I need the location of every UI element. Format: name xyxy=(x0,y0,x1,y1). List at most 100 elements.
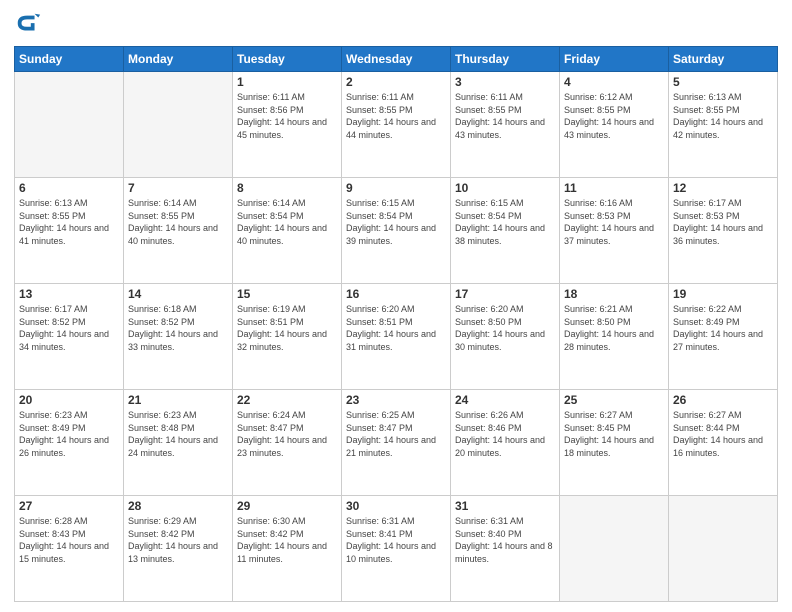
day-info: Sunrise: 6:13 AMSunset: 8:55 PMDaylight:… xyxy=(19,197,119,247)
day-info: Sunrise: 6:26 AMSunset: 8:46 PMDaylight:… xyxy=(455,409,555,459)
day-info: Sunrise: 6:11 AMSunset: 8:56 PMDaylight:… xyxy=(237,91,337,141)
week-row-5: 27 Sunrise: 6:28 AMSunset: 8:43 PMDayligh… xyxy=(15,496,778,602)
day-number: 18 xyxy=(564,287,664,301)
day-info: Sunrise: 6:11 AMSunset: 8:55 PMDaylight:… xyxy=(455,91,555,141)
calendar-cell: 16 Sunrise: 6:20 AMSunset: 8:51 PMDayligh… xyxy=(342,284,451,390)
calendar-cell xyxy=(669,496,778,602)
calendar-cell: 8 Sunrise: 6:14 AMSunset: 8:54 PMDaylight… xyxy=(233,178,342,284)
day-number: 29 xyxy=(237,499,337,513)
calendar-cell: 4 Sunrise: 6:12 AMSunset: 8:55 PMDaylight… xyxy=(560,72,669,178)
logo xyxy=(14,10,46,38)
day-number: 12 xyxy=(673,181,773,195)
day-info: Sunrise: 6:21 AMSunset: 8:50 PMDaylight:… xyxy=(564,303,664,353)
day-info: Sunrise: 6:24 AMSunset: 8:47 PMDaylight:… xyxy=(237,409,337,459)
day-info: Sunrise: 6:27 AMSunset: 8:44 PMDaylight:… xyxy=(673,409,773,459)
day-number: 26 xyxy=(673,393,773,407)
day-info: Sunrise: 6:22 AMSunset: 8:49 PMDaylight:… xyxy=(673,303,773,353)
day-number: 2 xyxy=(346,75,446,89)
week-row-4: 20 Sunrise: 6:23 AMSunset: 8:49 PMDayligh… xyxy=(15,390,778,496)
calendar-cell: 23Sunrise: 6:25 AMSunset: 8:47 PMDayligh… xyxy=(342,390,451,496)
day-number: 1 xyxy=(237,75,337,89)
day-number: 24 xyxy=(455,393,555,407)
calendar-cell: 17Sunrise: 6:20 AMSunset: 8:50 PMDayligh… xyxy=(451,284,560,390)
day-info: Sunrise: 6:20 AMSunset: 8:51 PMDaylight:… xyxy=(346,303,446,353)
calendar-cell xyxy=(560,496,669,602)
day-info: Sunrise: 6:17 AMSunset: 8:52 PMDaylight:… xyxy=(19,303,119,353)
day-number: 25 xyxy=(564,393,664,407)
calendar-header-row: SundayMondayTuesdayWednesdayThursdayFrid… xyxy=(15,47,778,72)
calendar-cell: 25 Sunrise: 6:27 AMSunset: 8:45 PMDayligh… xyxy=(560,390,669,496)
day-info: Sunrise: 6:27 AMSunset: 8:45 PMDaylight:… xyxy=(564,409,664,459)
day-header-tuesday: Tuesday xyxy=(233,47,342,72)
calendar-cell: 27 Sunrise: 6:28 AMSunset: 8:43 PMDayligh… xyxy=(15,496,124,602)
day-info: Sunrise: 6:28 AMSunset: 8:43 PMDaylight:… xyxy=(19,515,119,565)
day-header-wednesday: Wednesday xyxy=(342,47,451,72)
day-info: Sunrise: 6:15 AMSunset: 8:54 PMDaylight:… xyxy=(455,197,555,247)
day-header-saturday: Saturday xyxy=(669,47,778,72)
day-number: 14 xyxy=(128,287,228,301)
day-number: 11 xyxy=(564,181,664,195)
day-info: Sunrise: 6:25 AMSunset: 8:47 PMDaylight:… xyxy=(346,409,446,459)
day-info: Sunrise: 6:30 AMSunset: 8:42 PMDaylight:… xyxy=(237,515,337,565)
day-number: 8 xyxy=(237,181,337,195)
day-info: Sunrise: 6:17 AMSunset: 8:53 PMDaylight:… xyxy=(673,197,773,247)
day-number: 27 xyxy=(19,499,119,513)
day-info: Sunrise: 6:19 AMSunset: 8:51 PMDaylight:… xyxy=(237,303,337,353)
calendar-cell: 3 Sunrise: 6:11 AMSunset: 8:55 PMDaylight… xyxy=(451,72,560,178)
day-number: 31 xyxy=(455,499,555,513)
day-header-friday: Friday xyxy=(560,47,669,72)
week-row-2: 6 Sunrise: 6:13 AMSunset: 8:55 PMDaylight… xyxy=(15,178,778,284)
calendar-cell: 30 Sunrise: 6:31 AMSunset: 8:41 PMDayligh… xyxy=(342,496,451,602)
day-number: 19 xyxy=(673,287,773,301)
day-info: Sunrise: 6:20 AMSunset: 8:50 PMDaylight:… xyxy=(455,303,555,353)
calendar-cell: 13 Sunrise: 6:17 AMSunset: 8:52 PMDayligh… xyxy=(15,284,124,390)
day-header-monday: Monday xyxy=(124,47,233,72)
day-number: 21 xyxy=(128,393,228,407)
calendar-cell: 2 Sunrise: 6:11 AMSunset: 8:55 PMDaylight… xyxy=(342,72,451,178)
day-number: 13 xyxy=(19,287,119,301)
logo-icon xyxy=(14,10,42,38)
calendar-cell: 5Sunrise: 6:13 AMSunset: 8:55 PMDaylight… xyxy=(669,72,778,178)
day-info: Sunrise: 6:13 AMSunset: 8:55 PMDaylight:… xyxy=(673,91,773,141)
calendar-cell: 11 Sunrise: 6:16 AMSunset: 8:53 PMDayligh… xyxy=(560,178,669,284)
day-number: 3 xyxy=(455,75,555,89)
day-number: 4 xyxy=(564,75,664,89)
header xyxy=(14,10,778,38)
day-number: 9 xyxy=(346,181,446,195)
calendar-cell: 19 Sunrise: 6:22 AMSunset: 8:49 PMDayligh… xyxy=(669,284,778,390)
calendar-cell: 26 Sunrise: 6:27 AMSunset: 8:44 PMDayligh… xyxy=(669,390,778,496)
calendar-cell: 24 Sunrise: 6:26 AMSunset: 8:46 PMDayligh… xyxy=(451,390,560,496)
day-number: 16 xyxy=(346,287,446,301)
day-header-sunday: Sunday xyxy=(15,47,124,72)
day-info: Sunrise: 6:31 AMSunset: 8:40 PMDaylight:… xyxy=(455,515,555,565)
calendar-cell: 29 Sunrise: 6:30 AMSunset: 8:42 PMDayligh… xyxy=(233,496,342,602)
calendar-table: SundayMondayTuesdayWednesdayThursdayFrid… xyxy=(14,46,778,602)
day-info: Sunrise: 6:14 AMSunset: 8:55 PMDaylight:… xyxy=(128,197,228,247)
calendar-cell: 1 Sunrise: 6:11 AMSunset: 8:56 PMDaylight… xyxy=(233,72,342,178)
day-number: 6 xyxy=(19,181,119,195)
day-number: 20 xyxy=(19,393,119,407)
day-info: Sunrise: 6:23 AMSunset: 8:49 PMDaylight:… xyxy=(19,409,119,459)
day-number: 15 xyxy=(237,287,337,301)
day-info: Sunrise: 6:15 AMSunset: 8:54 PMDaylight:… xyxy=(346,197,446,247)
calendar-cell: 31 Sunrise: 6:31 AMSunset: 8:40 PMDayligh… xyxy=(451,496,560,602)
calendar-cell: 9 Sunrise: 6:15 AMSunset: 8:54 PMDaylight… xyxy=(342,178,451,284)
day-info: Sunrise: 6:11 AMSunset: 8:55 PMDaylight:… xyxy=(346,91,446,141)
calendar-cell: 28 Sunrise: 6:29 AMSunset: 8:42 PMDayligh… xyxy=(124,496,233,602)
day-info: Sunrise: 6:12 AMSunset: 8:55 PMDaylight:… xyxy=(564,91,664,141)
calendar-cell: 10Sunrise: 6:15 AMSunset: 8:54 PMDayligh… xyxy=(451,178,560,284)
calendar-cell: 21 Sunrise: 6:23 AMSunset: 8:48 PMDayligh… xyxy=(124,390,233,496)
day-number: 22 xyxy=(237,393,337,407)
calendar-cell: 22 Sunrise: 6:24 AMSunset: 8:47 PMDayligh… xyxy=(233,390,342,496)
day-info: Sunrise: 6:14 AMSunset: 8:54 PMDaylight:… xyxy=(237,197,337,247)
day-number: 28 xyxy=(128,499,228,513)
day-info: Sunrise: 6:23 AMSunset: 8:48 PMDaylight:… xyxy=(128,409,228,459)
day-number: 7 xyxy=(128,181,228,195)
calendar-cell: 15 Sunrise: 6:19 AMSunset: 8:51 PMDayligh… xyxy=(233,284,342,390)
day-info: Sunrise: 6:29 AMSunset: 8:42 PMDaylight:… xyxy=(128,515,228,565)
day-number: 30 xyxy=(346,499,446,513)
day-info: Sunrise: 6:31 AMSunset: 8:41 PMDaylight:… xyxy=(346,515,446,565)
day-info: Sunrise: 6:16 AMSunset: 8:53 PMDaylight:… xyxy=(564,197,664,247)
calendar-cell: 12 Sunrise: 6:17 AMSunset: 8:53 PMDayligh… xyxy=(669,178,778,284)
calendar-cell: 7 Sunrise: 6:14 AMSunset: 8:55 PMDaylight… xyxy=(124,178,233,284)
